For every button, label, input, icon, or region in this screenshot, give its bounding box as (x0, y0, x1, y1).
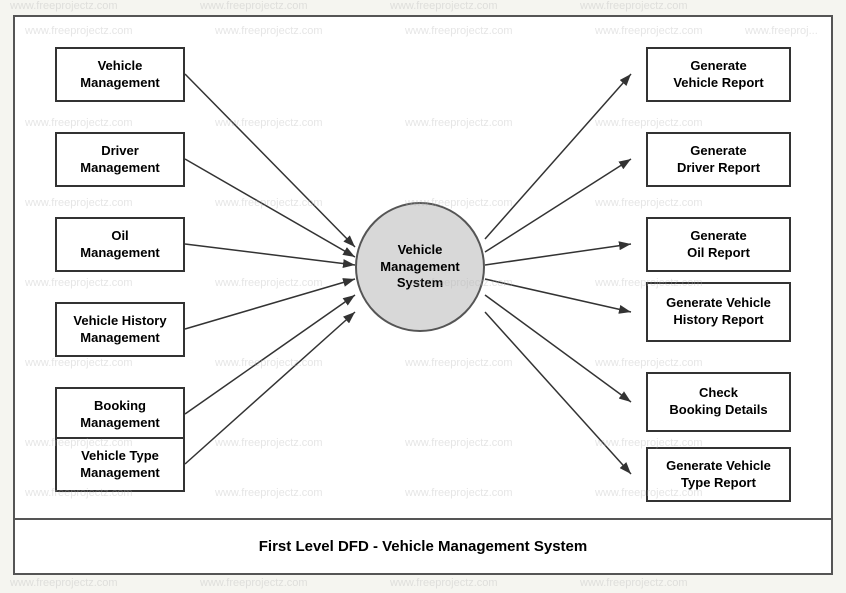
watermark-11: www.freeprojectz.com (215, 197, 323, 209)
watermark-7: www.freeprojectz.com (215, 117, 323, 129)
watermark-8: www.freeprojectz.com (405, 117, 513, 129)
vehicle-type-management-box: Vehicle Type Management (55, 437, 185, 492)
body-watermark-top-4: www.freeprojectz.com (580, 0, 688, 12)
watermark-23: www.freeprojectz.com (215, 437, 323, 449)
watermark-1: www.freeprojectz.com (25, 25, 133, 37)
body-watermark-bot-3: www.freeprojectz.com (390, 577, 498, 589)
watermark-28: www.freeprojectz.com (405, 487, 513, 499)
oil-management-box: Oil Management (55, 217, 185, 272)
diagram-area: Vehicle Management System Vehicle Manage… (15, 17, 831, 517)
diagram-title: First Level DFD - Vehicle Management Sys… (15, 518, 831, 573)
vehicle-management-box: Vehicle Management (55, 47, 185, 102)
watermark-3: www.freeprojectz.com (405, 25, 513, 37)
watermark-14: www.freeprojectz.com (25, 277, 133, 289)
booking-management-box: Booking Management (55, 387, 185, 442)
watermark-4: www.freeprojectz.com (595, 25, 703, 37)
center-circle: Vehicle Management System (355, 202, 485, 332)
generate-driver-report-box: Generate Driver Report (646, 132, 791, 187)
body-watermark-top-1: www.freeprojectz.com (10, 0, 118, 12)
watermark-19: www.freeprojectz.com (215, 357, 323, 369)
driver-management-box: Driver Management (55, 132, 185, 187)
vehicle-history-management-box: Vehicle History Management (55, 302, 185, 357)
center-label: Vehicle Management System (380, 242, 459, 293)
body-watermark-top-2: www.freeprojectz.com (200, 0, 308, 12)
generate-vehicle-type-report-box: Generate Vehicle Type Report (646, 447, 791, 502)
watermark-9: www.freeprojectz.com (595, 117, 703, 129)
body-watermark-bot-2: www.freeprojectz.com (200, 577, 308, 589)
watermark-24: www.freeprojectz.com (405, 437, 513, 449)
watermark-13: www.freeprojectz.com (595, 197, 703, 209)
body-watermark-top-3: www.freeprojectz.com (390, 0, 498, 12)
watermark-10: www.freeprojectz.com (25, 197, 133, 209)
generate-oil-report-box: Generate Oil Report (646, 217, 791, 272)
watermark-2: www.freeprojectz.com (215, 25, 323, 37)
diagram-title-text: First Level DFD - Vehicle Management Sys… (259, 538, 587, 555)
generate-vehicle-history-report-box: Generate Vehicle History Report (646, 282, 791, 342)
watermark-15: www.freeprojectz.com (215, 277, 323, 289)
watermark-21: www.freeprojectz.com (595, 357, 703, 369)
main-container: Vehicle Management System Vehicle Manage… (13, 15, 833, 575)
watermark-20: www.freeprojectz.com (405, 357, 513, 369)
check-booking-details-box: Check Booking Details (646, 372, 791, 432)
generate-vehicle-report-box: Generate Vehicle Report (646, 47, 791, 102)
body-watermark-bot-1: www.freeprojectz.com (10, 577, 118, 589)
watermark-6: www.freeprojectz.com (25, 117, 133, 129)
body-watermark-bot-4: www.freeprojectz.com (580, 577, 688, 589)
watermark-5: www.freeproj... (745, 25, 818, 37)
watermark-18: www.freeprojectz.com (25, 357, 133, 369)
watermark-27: www.freeprojectz.com (215, 487, 323, 499)
